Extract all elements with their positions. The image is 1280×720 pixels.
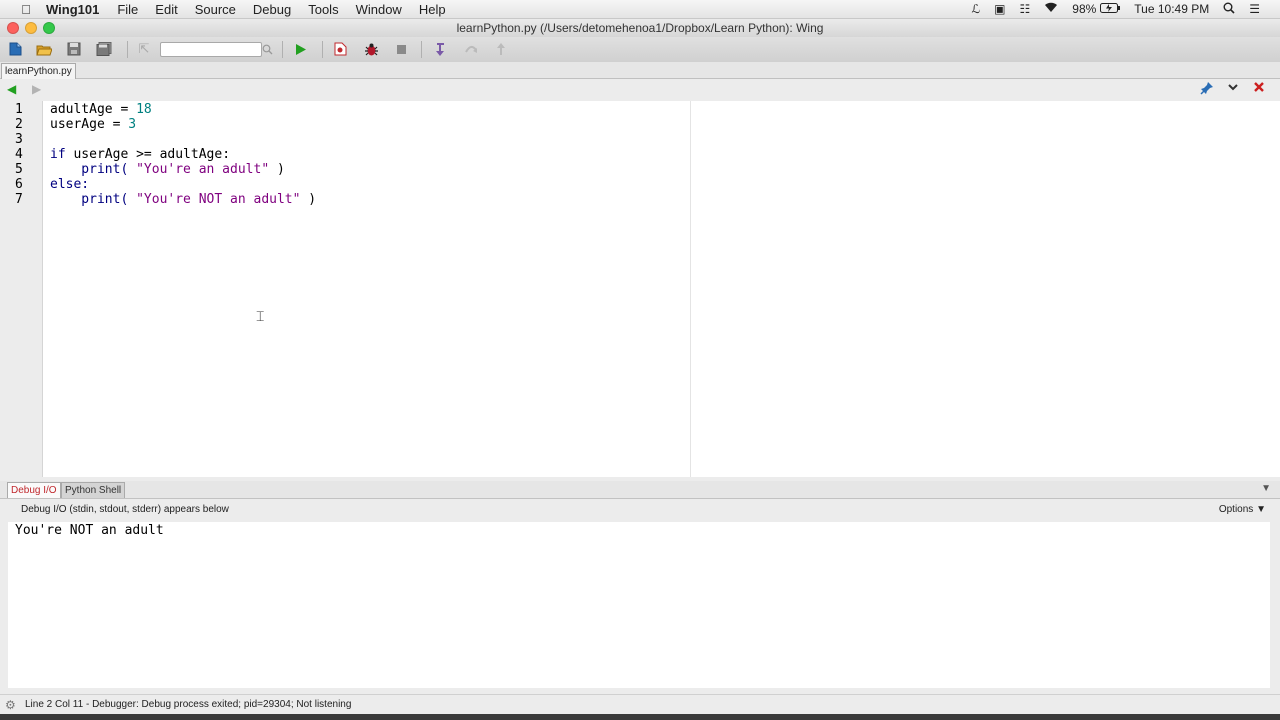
toolbar-search-input[interactable] [160,42,262,57]
status-text: Line 2 Col 11 - Debugger: Debug process … [25,699,352,710]
goto-icon[interactable]: ⇱ [136,41,152,57]
code-token: "You're NOT an adult" [136,192,301,207]
stop-icon[interactable] [393,41,409,57]
code-line[interactable]: if userAge >= adultAge: [50,147,230,162]
code-token: userAge >= adultAge: [65,147,231,162]
apple-icon[interactable]:  [16,2,36,17]
script-editor-icon[interactable]: ℒ [972,2,981,16]
code-token: if [50,147,66,162]
close-window-button[interactable] [7,22,19,34]
code-token: "You're an adult" [136,162,270,177]
debug-output-area[interactable]: You're NOT an adult [8,522,1270,688]
tool-tab-bar: Debug I/O Python Shell ▼ [0,481,1280,499]
edge-guide-line [690,101,691,477]
chevron-down-icon[interactable] [1227,81,1239,96]
zoom-window-button[interactable] [43,22,55,34]
run-icon[interactable] [293,41,309,57]
menu-debug[interactable]: Debug [253,2,291,17]
menu-source[interactable]: Source [195,2,236,17]
debug-file-icon[interactable] [332,41,348,57]
menu-tools[interactable]: Tools [308,2,338,17]
line-number: 5 [15,162,23,177]
toolbar-separator [127,41,128,58]
clock[interactable]: Tue 10:49 PM [1134,2,1209,16]
line-number: 2 [15,117,23,132]
window-titlebar: learnPython.py (/Users/detomehenoa1/Drop… [0,19,1280,37]
status-bar: ⚙ Line 2 Col 11 - Debugger: Debug proces… [0,694,1280,715]
debug-status-icon[interactable]: ⚙ [5,698,16,712]
code-line[interactable]: print( "You're NOT an adult" ) [50,192,316,207]
debug-io-header: Debug I/O (stdin, stdout, stderr) appear… [0,499,1280,521]
code-token: 3 [128,117,137,132]
wifi-icon[interactable] [1044,2,1058,16]
new-file-icon[interactable] [7,41,23,57]
code-token: ) [269,162,285,177]
toolbar-separator [322,41,323,58]
tab-debug-io[interactable]: Debug I/O [7,482,61,498]
toolbar-separator [282,41,283,58]
menu-help[interactable]: Help [419,2,446,17]
tab-learnpython[interactable]: learnPython.py [1,63,76,79]
options-label: Options [1218,504,1254,515]
close-editor-icon[interactable] [1253,81,1265,96]
step-over-icon[interactable] [463,41,479,57]
code-token: 18 [136,102,152,117]
text-cursor-icon: ⌶ [256,308,265,324]
document-tab-bar: learnPython.py [0,62,1280,79]
code-token: adultAge = [50,102,137,117]
screen-bottom-edge [0,714,1280,720]
notification-center-icon[interactable]: ☰ [1249,2,1260,16]
open-folder-icon[interactable] [36,41,52,57]
code-line[interactable]: adultAge = 18 [50,102,152,117]
line-number: 4 [15,147,23,162]
options-dropdown[interactable]: Options ▼ [1219,504,1266,515]
battery-icon[interactable] [1100,2,1121,16]
line-number: 6 [15,177,23,192]
minimize-window-button[interactable] [25,22,37,34]
debug-io-caption: Debug I/O (stdin, stdout, stderr) appear… [21,504,229,515]
panel-menu-icon[interactable]: ▼ [1261,483,1271,494]
forward-arrow-icon[interactable]: ▶ [32,82,41,96]
menu-window[interactable]: Window [356,2,402,17]
tab-python-shell[interactable]: Python Shell [61,482,126,498]
code-line[interactable]: else: [50,177,89,192]
toolbar: ⇱ [0,37,1280,63]
code-token: ) [300,192,317,207]
line-number: 3 [15,132,23,147]
code-editor[interactable]: 1 2 3 4 5 6 7 adultAge = 18 userAge = 3 … [0,101,1280,477]
sliders-icon[interactable]: ☷ [1020,2,1031,16]
screen-record-icon[interactable]: ▣ [994,2,1005,16]
save-icon[interactable] [66,41,82,57]
back-arrow-icon[interactable]: ◀ [7,82,16,96]
code-line[interactable]: print( "You're an adult" ) [50,162,285,177]
step-into-icon[interactable] [432,41,448,57]
pin-icon[interactable] [1200,81,1214,98]
toolbar-separator [421,41,422,58]
line-number: 1 [15,102,23,117]
step-out-icon[interactable] [493,41,509,57]
search-icon[interactable] [259,41,275,57]
code-token: print( [50,192,137,207]
battery-percent[interactable]: 98% [1072,2,1096,16]
window-title: learnPython.py (/Users/detomehenoa1/Drop… [456,21,824,35]
debug-output-text: You're NOT an adult [15,523,164,538]
bug-icon[interactable] [363,41,379,57]
code-token: else: [50,177,90,192]
menu-file[interactable]: File [117,2,138,17]
editor-nav-bar: ◀ ▶ [0,79,1280,100]
menu-bar:  Wing101 File Edit Source Debug Tools W… [0,0,1280,19]
save-all-icon[interactable] [96,41,112,57]
spotlight-icon[interactable] [1223,2,1235,17]
app-menu[interactable]: Wing101 [46,2,99,17]
code-token: print( [50,162,137,177]
code-line[interactable]: userAge = 3 [50,117,136,132]
menu-edit[interactable]: Edit [155,2,177,17]
line-number-gutter: 1 2 3 4 5 6 7 [0,101,43,477]
line-number: 7 [15,192,23,207]
code-token: userAge = [50,117,129,132]
